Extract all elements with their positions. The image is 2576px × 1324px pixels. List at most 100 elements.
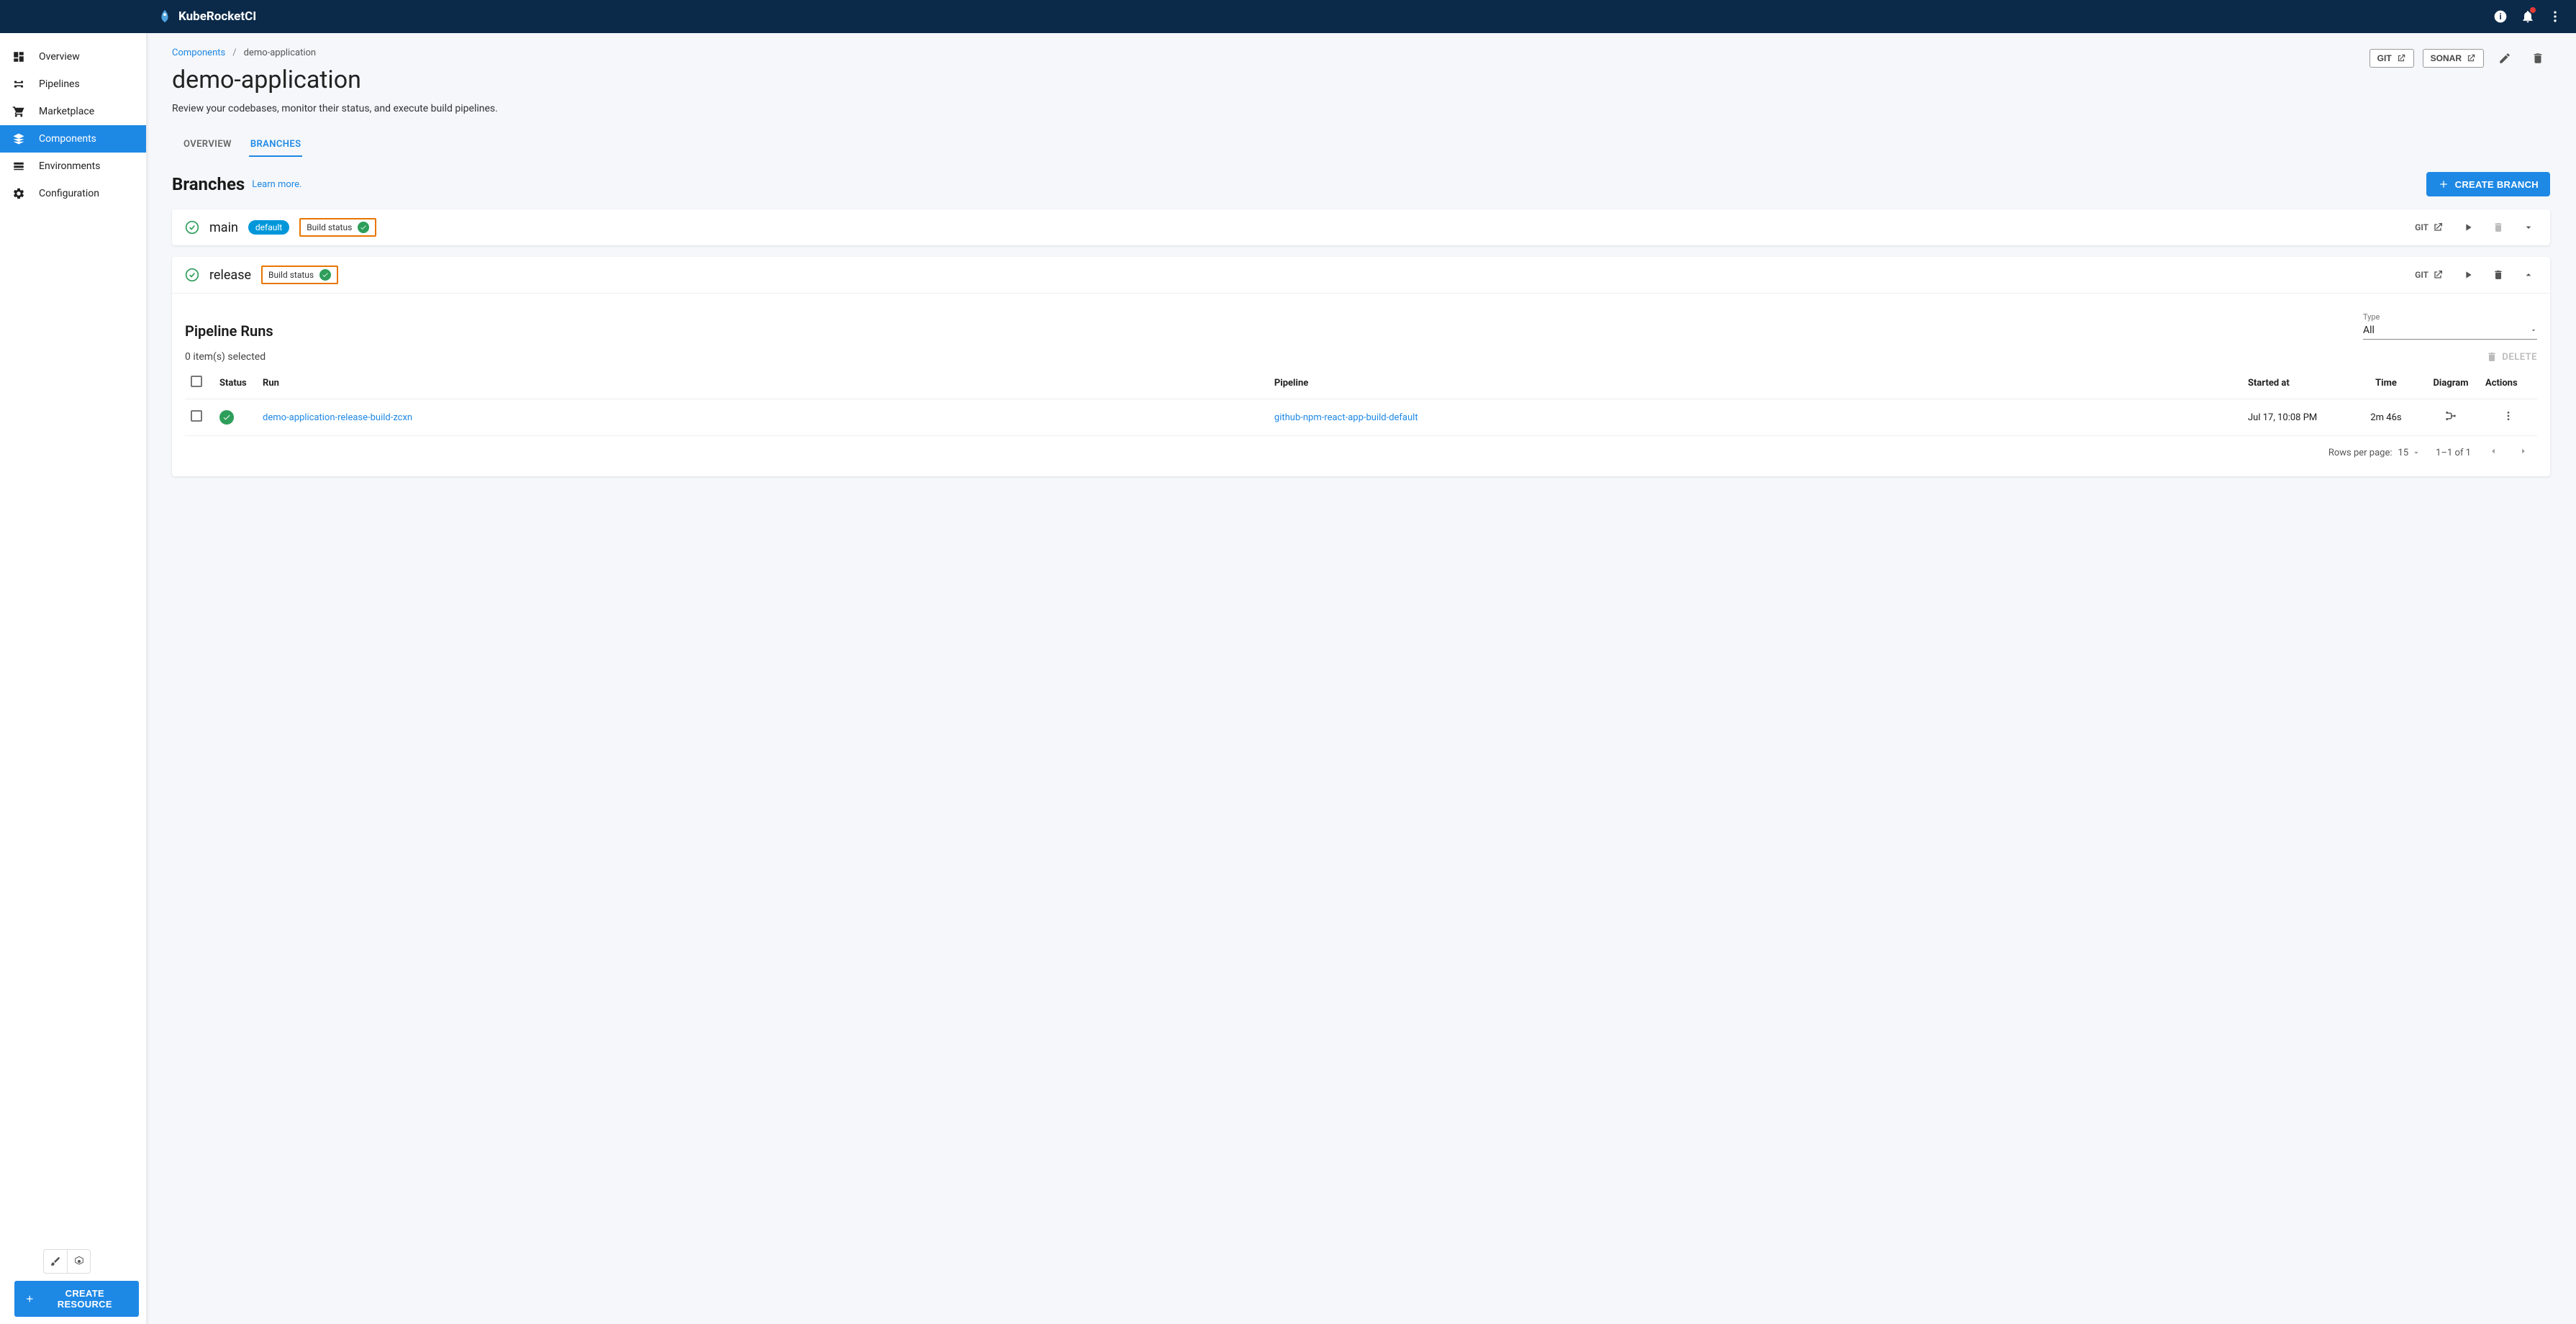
- topbar: KubeRocketCI i: [0, 0, 2576, 33]
- tab-overview[interactable]: OVERVIEW: [182, 133, 233, 157]
- col-actions: Actions: [2480, 367, 2537, 399]
- run-link[interactable]: demo-application-release-build-zcxn: [263, 412, 412, 423]
- play-icon: [2462, 222, 2474, 233]
- environments-icon: [12, 160, 26, 173]
- tab-branches[interactable]: BRANCHES: [249, 133, 303, 157]
- col-status: Status: [214, 367, 257, 399]
- trash-icon: [2493, 222, 2504, 233]
- diagram-button[interactable]: [2444, 414, 2457, 425]
- more-icon[interactable]: [2541, 3, 2569, 30]
- branch-git-button[interactable]: GIT: [2412, 266, 2446, 284]
- started-at: Jul 17, 10:08 PM: [2242, 399, 2350, 436]
- col-pipeline: Pipeline: [1269, 367, 2242, 399]
- learn-more-link[interactable]: Learn more.: [252, 179, 301, 190]
- brand-text: KubeRocketCI: [178, 9, 256, 24]
- delete-button[interactable]: [2526, 46, 2550, 71]
- sidebar-item-marketplace[interactable]: Marketplace: [0, 98, 146, 125]
- chevron-left-icon: [2488, 446, 2498, 456]
- col-started: Started at: [2242, 367, 2350, 399]
- sidebar-item-configuration[interactable]: Configuration: [0, 180, 146, 207]
- type-filter[interactable]: Type All: [2363, 312, 2537, 340]
- sidebar-item-label: Environments: [39, 160, 100, 172]
- breadcrumb-separator: /: [232, 47, 236, 58]
- branch-delete-button[interactable]: [2490, 266, 2507, 284]
- pagination-prev[interactable]: [2485, 443, 2501, 462]
- status-ok-icon: [185, 268, 199, 282]
- git-button[interactable]: GIT: [2369, 49, 2414, 68]
- sonar-button[interactable]: SONAR: [2423, 49, 2484, 68]
- table-row: demo-application-release-build-zcxn gith…: [185, 399, 2537, 436]
- branch-git-button[interactable]: GIT: [2412, 219, 2446, 236]
- check-icon: [319, 269, 331, 281]
- col-time: Time: [2350, 367, 2422, 399]
- trash-icon: [2486, 351, 2498, 363]
- sidebar-item-environments[interactable]: Environments: [0, 153, 146, 180]
- branch-run-button[interactable]: [2459, 266, 2477, 284]
- info-icon[interactable]: i: [2487, 3, 2514, 30]
- create-resource-label: CREATE RESOURCE: [41, 1288, 129, 1310]
- notifications-icon[interactable]: [2514, 3, 2541, 30]
- type-filter-value: All: [2363, 325, 2375, 336]
- status-ok-icon: [185, 220, 199, 235]
- bulk-delete-button[interactable]: DELETE: [2486, 351, 2537, 363]
- rows-per-page-label: Rows per page:: [2328, 448, 2393, 458]
- branch-head[interactable]: release Build status GIT: [172, 257, 2550, 293]
- sidebar-item-overview[interactable]: Overview: [0, 43, 146, 71]
- chevron-down-icon: [2530, 327, 2537, 334]
- create-branch-button[interactable]: CREATE BRANCH: [2426, 172, 2550, 196]
- sidebar-mini-icons: [43, 1249, 91, 1274]
- type-filter-label: Type: [2363, 312, 2537, 322]
- layers-icon: [12, 132, 26, 145]
- branch-expand-button[interactable]: [2520, 219, 2537, 236]
- sidebar-item-label: Components: [39, 133, 96, 145]
- trash-icon: [2493, 269, 2504, 281]
- select-all-checkbox[interactable]: [191, 376, 202, 387]
- page-title: demo-application: [172, 65, 361, 94]
- pipelines-icon: [12, 78, 26, 91]
- branch-name: main: [209, 220, 238, 235]
- notification-dot: [2530, 7, 2536, 13]
- breadcrumb-root[interactable]: Components: [172, 47, 225, 58]
- create-resource-button[interactable]: CREATE RESOURCE: [14, 1281, 139, 1317]
- breadcrumb-current: demo-application: [244, 47, 317, 58]
- pipeline-link[interactable]: github-npm-react-app-build-default: [1274, 412, 1418, 423]
- svg-text:i: i: [2499, 12, 2501, 22]
- brush-icon[interactable]: [44, 1250, 67, 1273]
- branch-body: Pipeline Runs Type All 0 item(s) selecte…: [172, 293, 2550, 476]
- external-link-icon: [2432, 222, 2444, 233]
- branch-run-button[interactable]: [2459, 219, 2477, 236]
- pagination-range: 1–1 of 1: [2436, 448, 2471, 458]
- run-status-icon: [219, 410, 234, 425]
- external-link-icon: [2432, 269, 2444, 281]
- branch-collapse-button[interactable]: [2520, 266, 2537, 284]
- external-link-icon: [2396, 53, 2406, 63]
- pagination-next[interactable]: [2516, 443, 2531, 462]
- row-actions-button[interactable]: [2503, 414, 2514, 425]
- k8s-icon[interactable]: [67, 1250, 90, 1273]
- branch-delete-button[interactable]: [2490, 219, 2507, 236]
- rows-per-page-select[interactable]: 15: [2398, 448, 2422, 458]
- sidebar-item-components[interactable]: Components: [0, 125, 146, 153]
- sidebar-item-label: Marketplace: [39, 106, 94, 117]
- sidebar-item-label: Pipelines: [39, 78, 80, 90]
- build-status-badge: Build status: [299, 218, 376, 237]
- main-content: Components / demo-application demo-appli…: [146, 33, 2576, 1324]
- edit-button[interactable]: [2493, 46, 2517, 71]
- rocket-icon: [157, 9, 173, 24]
- sidebar-item-label: Configuration: [39, 188, 99, 199]
- branch-head[interactable]: main default Build status GIT: [172, 209, 2550, 245]
- chevron-down-icon: [2411, 448, 2421, 458]
- sidebar-item-label: Overview: [39, 51, 80, 63]
- check-icon: [358, 222, 369, 233]
- build-status-badge: Build status: [261, 266, 338, 284]
- breadcrumb: Components / demo-application: [172, 47, 361, 58]
- trash-icon: [2531, 52, 2544, 65]
- page-description: Review your codebases, monitor their sta…: [172, 103, 2550, 114]
- selected-count: 0 item(s) selected: [185, 351, 266, 363]
- branch-card-main: main default Build status GIT: [172, 209, 2550, 245]
- branch-name: release: [209, 268, 251, 283]
- tabs: OVERVIEW BRANCHES: [172, 133, 2550, 158]
- sidebar-item-pipelines[interactable]: Pipelines: [0, 71, 146, 98]
- pencil-icon: [2498, 52, 2511, 65]
- row-checkbox[interactable]: [191, 410, 202, 422]
